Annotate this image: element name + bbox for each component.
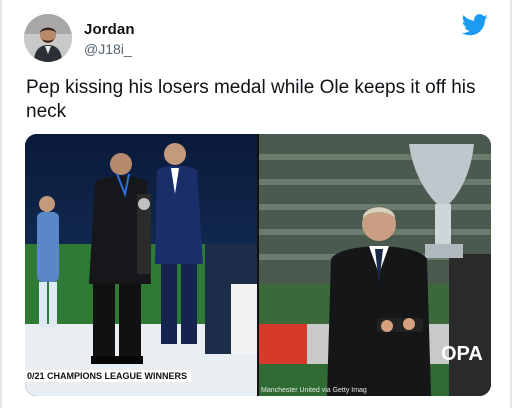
photo-pep-medal[interactable]: 0/21 CHAMPIONS LEAGUE WINNERS [25, 134, 257, 396]
avatar-photo [24, 14, 72, 62]
photo-ole-trophy[interactable]: OPA Manchester United via Getty Imag [259, 134, 491, 396]
photo-caption-right: Manchester United via Getty Imag [261, 387, 367, 394]
twitter-bird-icon[interactable] [462, 14, 488, 36]
author-handle[interactable]: @J18i_ [84, 41, 132, 57]
ceremony-scene [25, 134, 257, 396]
tweet-text: Pep kissing his losers medal while Ole k… [26, 77, 476, 122]
author-name[interactable]: Jordan [84, 21, 135, 38]
tweet-card: Jordan @J18i_ Pep kissing his losers med… [0, 0, 512, 408]
svg-text:OPA: OPA [441, 343, 483, 365]
avatar[interactable] [24, 14, 72, 62]
photo-caption-left: 0/21 CHAMPIONS LEAGUE WINNERS [25, 370, 192, 382]
tweet-media[interactable]: 0/21 CHAMPIONS LEAGUE WINNERS OPA Manche… [25, 134, 491, 396]
europa-scene: OPA [259, 134, 491, 396]
